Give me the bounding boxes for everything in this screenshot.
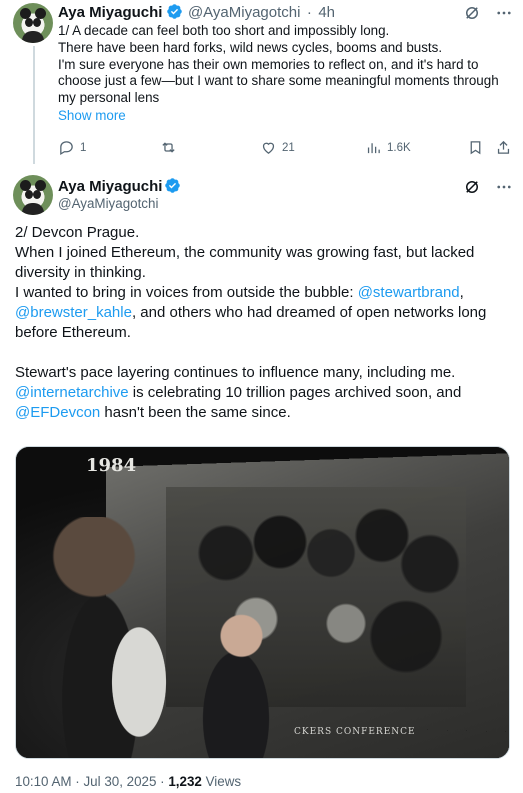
text-span: I wanted to bring in voices from outside… xyxy=(15,284,358,301)
speaker-figure xyxy=(181,607,291,758)
views-button[interactable]: 1.6K xyxy=(365,139,411,156)
tweet2-author: Aya Miyaguchi xyxy=(58,177,181,196)
share-icon xyxy=(497,140,510,154)
tweet1-text: 1/ A decade can feel both too short and … xyxy=(58,23,513,107)
reply-count: 1 xyxy=(80,141,87,154)
more-options-icon[interactable] xyxy=(495,178,513,196)
thread-connector-line xyxy=(33,46,35,164)
tweet-text-line: @brewster_kahle, and others who had drea… xyxy=(15,303,515,323)
tweet-text-line: 2/ Devcon Prague. xyxy=(15,224,140,241)
tweet-text-line: @internetarchive is celebrating 10 trill… xyxy=(15,383,515,403)
tweet-text-line: before Ethereum. xyxy=(15,324,131,341)
repost-button[interactable] xyxy=(160,139,177,156)
tweet-image[interactable]: 1984 CKERS CONFERENCE xyxy=(15,446,510,759)
text-span: hasn't been the same since. xyxy=(100,404,291,421)
tweet-text-line: my personal lens xyxy=(58,90,160,106)
author-name[interactable]: Aya Miyaguchi xyxy=(58,178,162,195)
reply-button[interactable]: 1 xyxy=(58,139,86,156)
tweet-text-line: Stewart's pace layering continues to inf… xyxy=(15,364,456,381)
more-options-icon[interactable] xyxy=(495,4,513,22)
tweet1-header: Aya Miyaguchi @AyaMiyagotchi · 4h xyxy=(58,3,337,22)
mention-link[interactable]: @internetarchive xyxy=(15,384,129,401)
avatar[interactable] xyxy=(13,175,53,215)
tweet-text-line: I wanted to bring in voices from outside… xyxy=(15,283,515,303)
views-count: 1.6K xyxy=(387,141,411,154)
tweet-text-line: choose just a few—but I want to share so… xyxy=(58,73,499,89)
timestamp[interactable]: 10:10 AM · Jul 30, 2025 · xyxy=(15,774,168,789)
show-more-link[interactable]: Show more xyxy=(58,108,126,123)
mention-link[interactable]: @stewartbrand xyxy=(358,284,460,301)
shirt-highlight xyxy=(111,597,181,758)
bookmark-icon xyxy=(470,141,481,155)
tweet-metadata: 10:10 AM · Jul 30, 2025 · 1,232 Views xyxy=(15,774,241,789)
text-span: , xyxy=(459,284,464,301)
tweet-text-line: @EFDevcon hasn't been the same since. xyxy=(15,403,515,423)
image-banner-text: CKERS CONFERENCE xyxy=(294,727,416,737)
verified-badge-icon xyxy=(167,4,183,19)
tweet-time[interactable]: 4h xyxy=(318,4,335,21)
mention-link[interactable]: @brewster_kahle xyxy=(15,304,132,321)
views-label: Views xyxy=(201,774,242,789)
separator-dot: · xyxy=(306,4,312,21)
bookmark-button[interactable] xyxy=(467,139,484,156)
like-button[interactable]: 21 xyxy=(260,139,295,156)
text-span: is celebrating 10 trillion pages archive… xyxy=(128,384,462,401)
repost-icon xyxy=(162,142,175,153)
avatar[interactable] xyxy=(13,3,53,43)
tweet1-action-bar: 1 21 1.6K xyxy=(55,137,515,159)
mention-link[interactable]: @EFDevcon xyxy=(15,404,100,421)
author-handle[interactable]: @AyaMiyagotchi xyxy=(58,196,158,211)
tweet-text-line: diversity in thinking. xyxy=(15,264,146,281)
like-count: 21 xyxy=(282,141,295,154)
tweet2-text: 2/ Devcon Prague. When I joined Ethereum… xyxy=(15,223,515,423)
reply-icon xyxy=(60,141,73,156)
tweet-text-line: 1/ A decade can feel both too short and … xyxy=(58,23,390,38)
image-year-text: 1984 xyxy=(86,455,137,476)
share-button[interactable] xyxy=(495,139,512,156)
author-name[interactable]: Aya Miyaguchi xyxy=(58,4,162,21)
verified-badge-icon xyxy=(165,178,181,193)
analytics-icon xyxy=(367,143,380,154)
grok-icon[interactable] xyxy=(463,178,481,196)
heart-icon xyxy=(262,142,275,154)
author-handle[interactable]: @AyaMiyagotchi xyxy=(188,4,301,21)
grok-icon[interactable] xyxy=(463,4,481,22)
view-count: 1,232 xyxy=(168,774,202,789)
text-span: , and others who had dreamed of open net… xyxy=(131,304,487,321)
tweet-text-line: When I joined Ethereum, the community wa… xyxy=(15,244,475,261)
tweet-text-line: I'm sure everyone has their own memories… xyxy=(58,56,479,72)
tweet-text-line: There have been hard forks, wild news cy… xyxy=(58,39,443,55)
